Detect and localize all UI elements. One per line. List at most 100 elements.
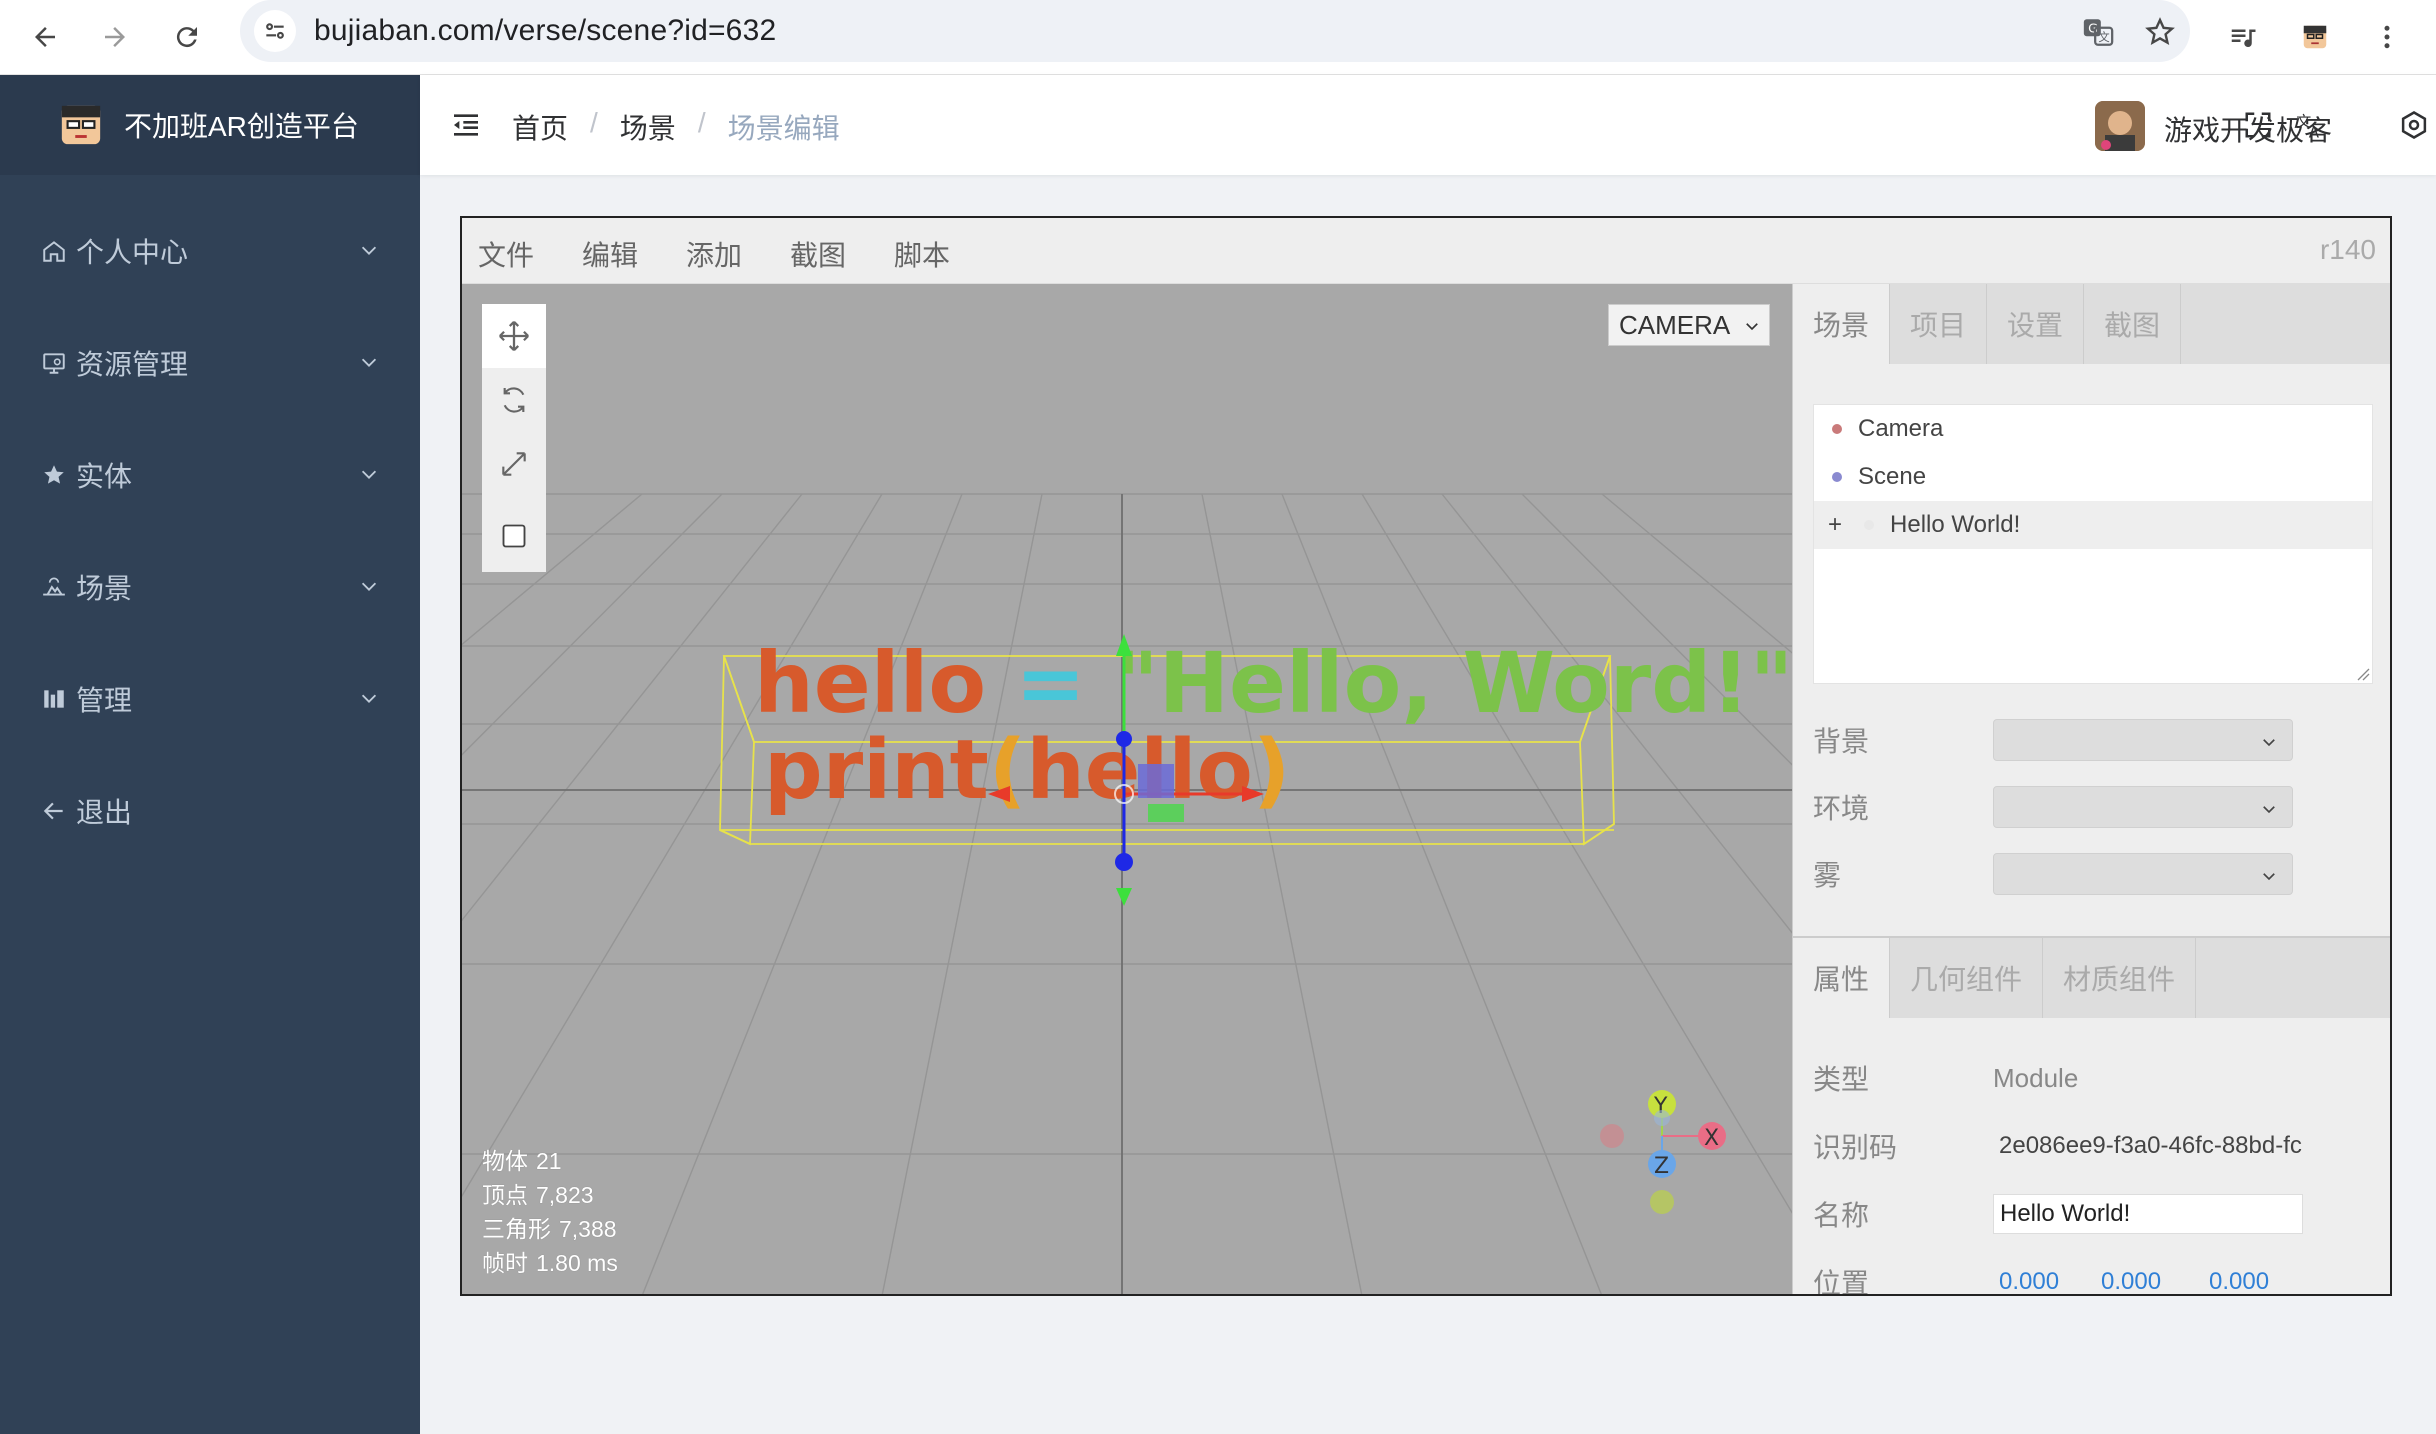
- menu-edit[interactable]: 编辑: [582, 234, 638, 274]
- collapse-sidebar-icon[interactable]: [450, 109, 482, 141]
- background-select[interactable]: [1993, 719, 2293, 761]
- sidebar-item-entity[interactable]: 实体: [0, 419, 420, 531]
- breadcrumb-scene[interactable]: 场景: [620, 107, 676, 147]
- forward-button[interactable]: [88, 10, 142, 64]
- brand-title: 不加班AR创造平台: [124, 111, 359, 142]
- sidebar-item-admin[interactable]: 管理: [0, 643, 420, 755]
- resize-grip-icon[interactable]: [2356, 667, 2370, 681]
- translate-tool-button[interactable]: [482, 304, 546, 368]
- menu-add[interactable]: 添加: [686, 234, 742, 274]
- camera-select[interactable]: CAMERA: [1608, 304, 1770, 346]
- url-text[interactable]: bujiaban.com/verse/scene?id=632: [314, 14, 776, 48]
- avatar[interactable]: [2095, 101, 2145, 151]
- sidebar-item-scene[interactable]: 场景: [0, 531, 420, 643]
- fog-select[interactable]: [1993, 853, 2293, 895]
- tab-properties[interactable]: 属性: [1793, 938, 1891, 1018]
- reload-icon: [176, 27, 197, 48]
- chevron-down-icon: [361, 470, 377, 479]
- settings-hex-icon[interactable]: [2396, 107, 2432, 143]
- viewport-3d[interactable]: hello = "Hello, Word!" print(hello): [462, 284, 1792, 1296]
- playlist-music-icon: [2231, 29, 2256, 48]
- sidebar-item-resources[interactable]: 资源管理: [0, 307, 420, 419]
- camera-dot-icon: [1832, 424, 1842, 434]
- chevron-down-icon: [361, 694, 377, 703]
- outliner-item-camera[interactable]: Camera: [1814, 405, 2372, 453]
- home-icon: [40, 237, 68, 265]
- tab-screenshot[interactable]: 截图: [2084, 284, 2182, 364]
- breadcrumb-separator: /: [697, 107, 706, 138]
- sidebar-item-personal-center[interactable]: 个人中心: [0, 195, 420, 307]
- breadcrumb: 首页 / 场景 / 场景编辑: [512, 107, 840, 147]
- profile-avatar-button[interactable]: [2288, 10, 2342, 64]
- media-control-button[interactable]: [2216, 10, 2270, 64]
- scene-text-line1: hello = "Hello, Word!": [754, 634, 1792, 732]
- back-arrow-icon: [35, 27, 55, 47]
- expand-plus-icon[interactable]: +: [1828, 511, 1842, 539]
- kebab-menu-icon: [2384, 25, 2390, 49]
- fog-label: 雾: [1813, 860, 1842, 891]
- position-z-input[interactable]: 0.000: [2209, 1268, 2317, 1294]
- brand-logo-icon: [61, 105, 101, 145]
- scene-outliner[interactable]: Camera Scene + Hello World!: [1813, 404, 2373, 684]
- name-label: 名称: [1813, 1200, 1870, 1231]
- brand[interactable]: 不加班AR创造平台: [0, 75, 420, 175]
- type-label: 类型: [1813, 1064, 1870, 1095]
- sidebar: 不加班AR创造平台 个人中心 资源管理 实体 场景 管理 退出: [0, 75, 420, 1434]
- rotate-tool-button[interactable]: [482, 368, 546, 432]
- back-button[interactable]: [18, 10, 72, 64]
- object-dot-icon: [1864, 520, 1875, 530]
- axis-neg-y-icon[interactable]: [1650, 1190, 1674, 1214]
- address-bar[interactable]: bujiaban.com/verse/scene?id=632 G文: [240, 0, 2190, 62]
- username[interactable]: 游戏开发极客: [2164, 109, 2332, 149]
- sidebar-item-label: 场景: [76, 573, 133, 604]
- sidebar-item-label: 资源管理: [76, 349, 189, 380]
- tab-settings[interactable]: 设置: [1987, 284, 2085, 364]
- outliner-item-hello-world[interactable]: + Hello World!: [1814, 501, 2372, 549]
- scene-text-hello: hello: [754, 634, 1015, 732]
- forward-arrow-icon: [105, 27, 125, 47]
- tab-scene[interactable]: 场景: [1793, 284, 1891, 364]
- checkbox-icon: [502, 524, 526, 548]
- outliner-item-scene[interactable]: Scene: [1814, 453, 2372, 501]
- panel-bottom-tabs: 属性 几何组件 材质组件: [1793, 938, 2390, 1018]
- reload-button[interactable]: [160, 10, 214, 64]
- bookmark-star-icon[interactable]: [2138, 10, 2182, 54]
- sidebar-item-label: 管理: [76, 685, 133, 716]
- environment-select[interactable]: [1993, 786, 2293, 828]
- scale-tool-button[interactable]: [482, 432, 546, 496]
- tab-project[interactable]: 项目: [1890, 284, 1988, 364]
- chevron-down-icon: [361, 246, 377, 255]
- stat-frametime: 帧时 1.80 ms: [482, 1250, 618, 1276]
- axis-x-label: X: [1704, 1126, 1719, 1151]
- svg-text:文: 文: [2098, 30, 2109, 44]
- type-value: Module: [1993, 1062, 2079, 1093]
- axis-neg-x-icon[interactable]: [1600, 1124, 1624, 1148]
- transform-toolbar: [482, 304, 546, 572]
- scene-text-paren: (: [989, 723, 1026, 818]
- tab-material[interactable]: 材质组件: [2043, 938, 2197, 1018]
- menu-script[interactable]: 脚本: [894, 234, 950, 274]
- axis-z-label: Z: [1654, 1154, 1669, 1179]
- axis-neg-z-icon[interactable]: [1654, 1110, 1670, 1126]
- name-input[interactable]: Hello World!: [1993, 1194, 2303, 1234]
- position-label: 位置: [1813, 1268, 1870, 1296]
- local-space-checkbox[interactable]: [482, 504, 546, 568]
- browser-toolbar: bujiaban.com/verse/scene?id=632 G文: [0, 0, 2436, 75]
- tab-geometry[interactable]: 几何组件: [1890, 938, 2044, 1018]
- breadcrumb-separator: /: [590, 107, 598, 138]
- sidebar-panel: 场景 项目 设置 截图 Camera Scene + Hello World! …: [1792, 284, 2390, 1296]
- menu-screenshot[interactable]: 截图: [790, 234, 846, 274]
- breadcrumb-home[interactable]: 首页: [512, 107, 568, 147]
- scene-canvas[interactable]: hello = "Hello, Word!" print(hello): [462, 284, 1792, 1296]
- translate-page-icon[interactable]: G文: [2076, 10, 2120, 54]
- sidebar-item-logout[interactable]: 退出: [0, 755, 420, 867]
- position-x-input[interactable]: 0.000: [1993, 1268, 2101, 1294]
- stat-triangles: 三角形 7,388: [482, 1216, 617, 1242]
- position-y-input[interactable]: 0.000: [2101, 1268, 2209, 1294]
- scene-text-line2: print(hello): [764, 723, 1290, 818]
- browser-menu-button[interactable]: [2360, 10, 2414, 64]
- environment-row: 环境: [1813, 783, 2373, 831]
- site-settings-icon[interactable]: [254, 10, 296, 52]
- menu-file[interactable]: 文件: [478, 234, 534, 274]
- sidebar-item-label: 个人中心: [76, 237, 189, 268]
